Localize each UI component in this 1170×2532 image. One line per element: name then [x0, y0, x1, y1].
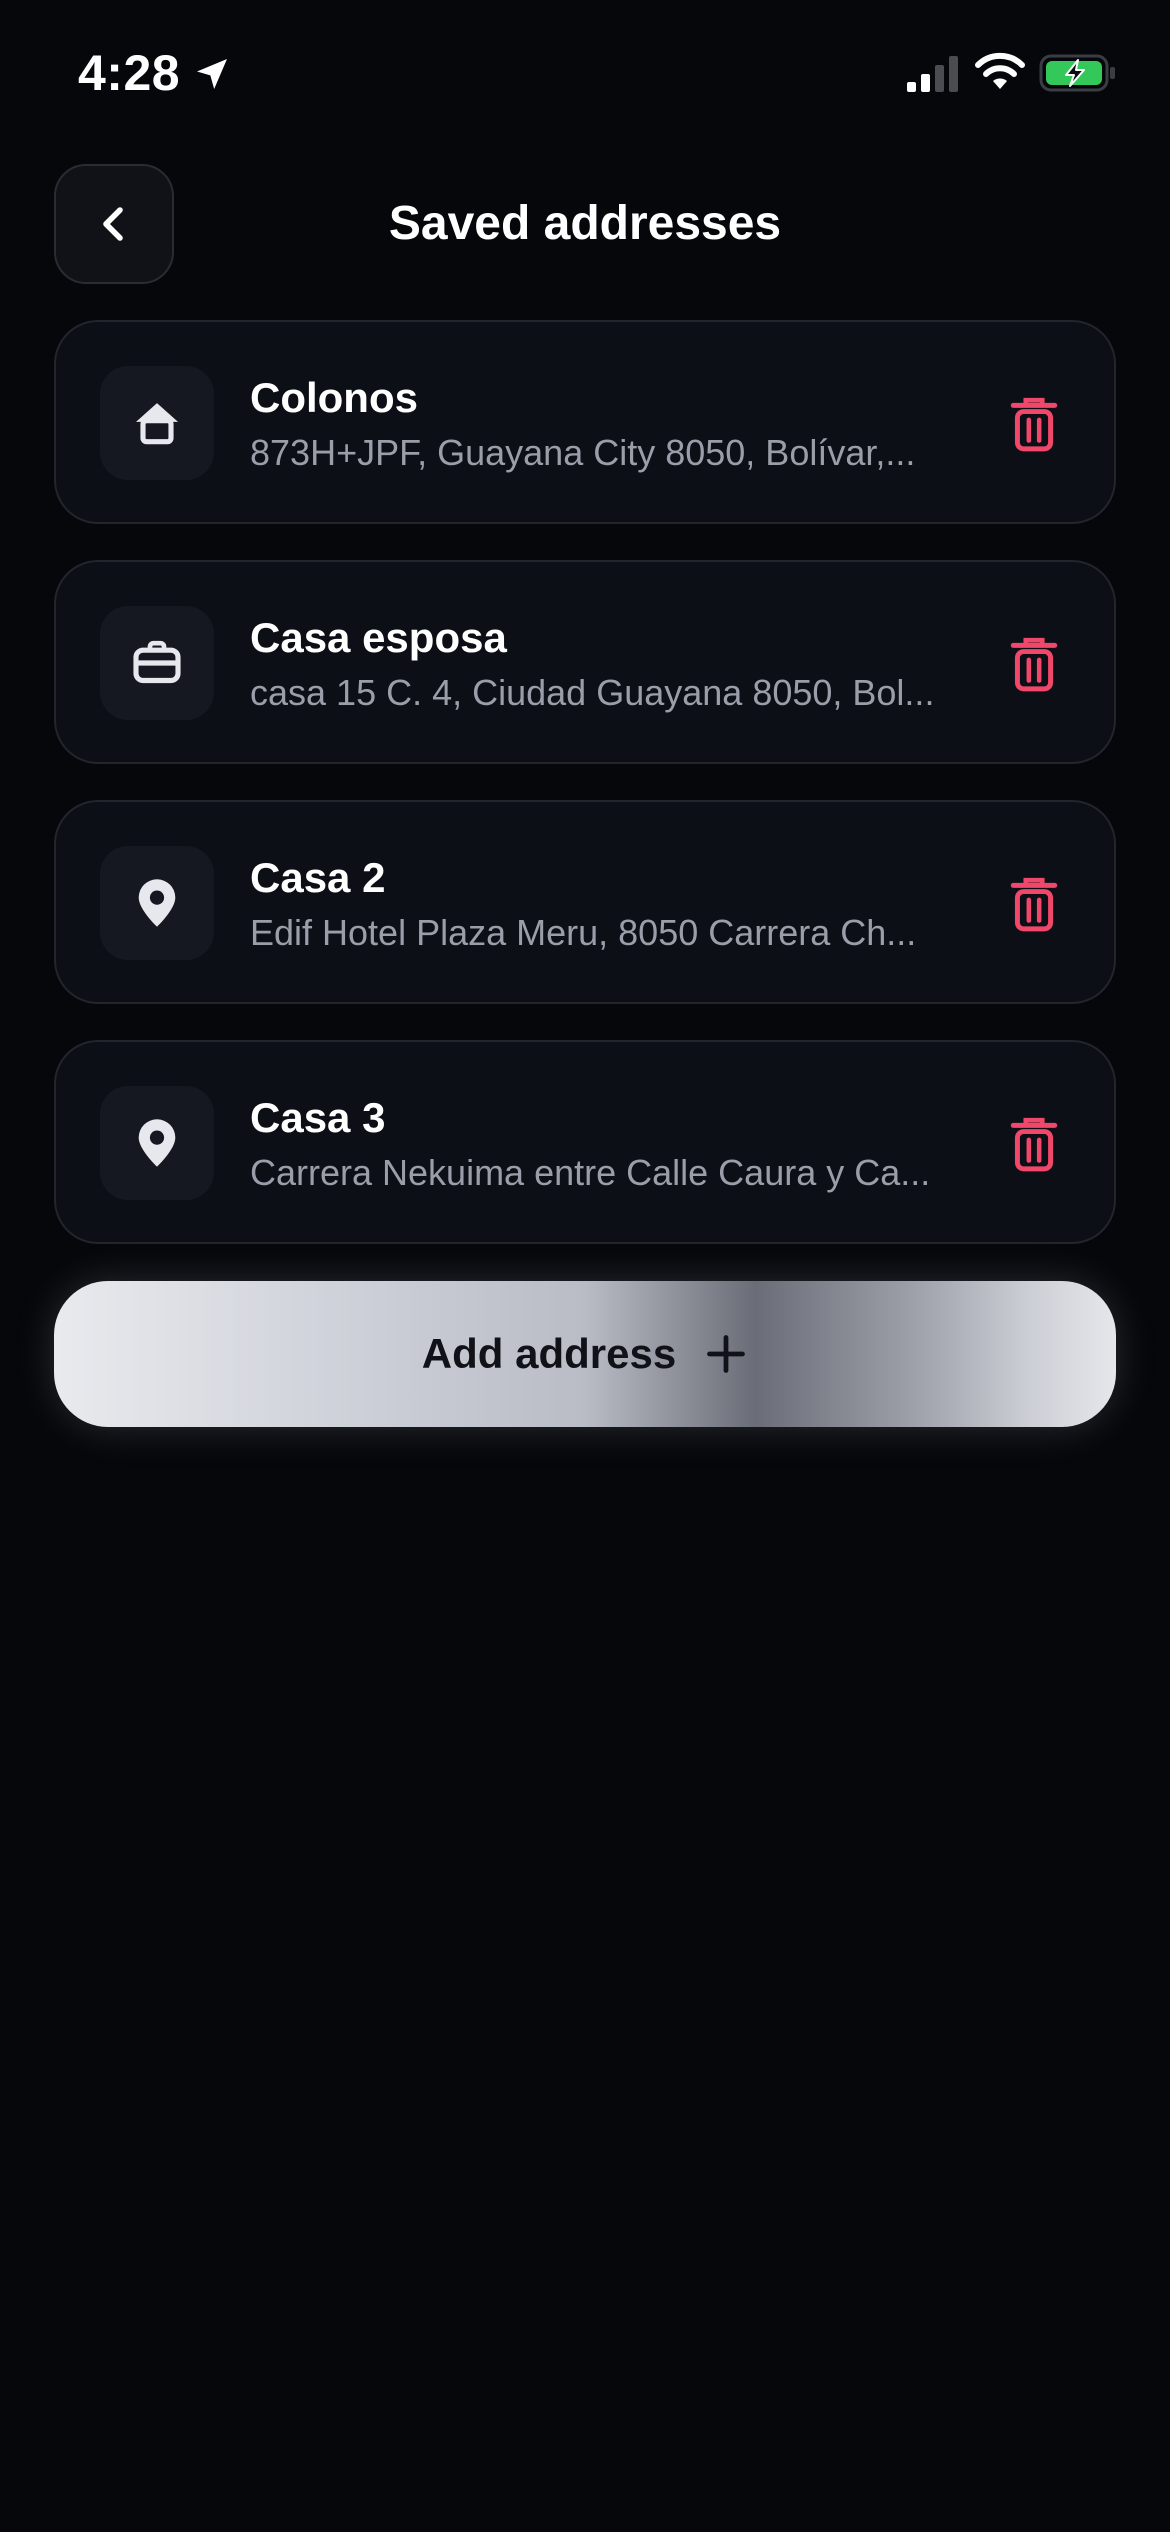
address-type-icon-box	[100, 606, 214, 720]
address-name: Colonos	[250, 374, 418, 421]
cellular-signal-icon	[907, 56, 958, 92]
address-type-icon-box	[100, 366, 214, 480]
briefcase-icon	[133, 640, 181, 684]
trash-icon	[1010, 877, 1058, 932]
address-detail: Carrera Nekuima entre Calle Caura y Ca..…	[250, 1152, 931, 1193]
address-card[interactable]: Casa 3 Carrera Nekuima entre Calle Caura…	[54, 1040, 1116, 1244]
screen: 4:28 Saved addresses Colonos 873H+JPF, G…	[0, 0, 1170, 2532]
battery-charging-icon	[1039, 54, 1115, 92]
delete-address-button[interactable]	[994, 1104, 1074, 1184]
status-time: 4:28	[78, 45, 181, 101]
address-card[interactable]: Colonos 873H+JPF, Guayana City 8050, Bol…	[54, 320, 1116, 524]
add-address-button[interactable]: Add address	[54, 1281, 1116, 1427]
address-detail: 873H+JPF, Guayana City 8050, Bolívar,...	[250, 432, 916, 473]
delete-address-button[interactable]	[994, 864, 1074, 944]
location-pin-icon	[138, 879, 176, 927]
page-title: Saved addresses	[388, 197, 782, 250]
trash-icon	[1010, 637, 1058, 692]
address-detail: casa 15 C. 4, Ciudad Guayana 8050, Bol..…	[250, 672, 935, 713]
location-arrow-icon	[197, 59, 227, 89]
address-detail: Edif Hotel Plaza Meru, 8050 Carrera Ch..…	[250, 912, 917, 953]
address-card[interactable]: Casa esposa casa 15 C. 4, Ciudad Guayana…	[54, 560, 1116, 764]
address-name: Casa 2	[250, 854, 386, 901]
home-icon	[136, 403, 178, 445]
trash-icon	[1010, 1117, 1058, 1172]
trash-icon	[1010, 397, 1058, 452]
address-type-icon-box	[100, 846, 214, 960]
location-pin-icon	[138, 1119, 176, 1167]
address-name: Casa esposa	[250, 614, 507, 661]
address-name: Casa 3	[250, 1094, 386, 1141]
address-card[interactable]: Casa 2 Edif Hotel Plaza Meru, 8050 Carre…	[54, 800, 1116, 1004]
wifi-icon	[975, 52, 1025, 89]
address-type-icon-box	[100, 1086, 214, 1200]
add-address-label: Add address	[421, 1330, 677, 1377]
status-bar: 4:28	[0, 0, 1170, 150]
plus-icon	[707, 1335, 746, 1373]
address-list: Colonos 873H+JPF, Guayana City 8050, Bol…	[54, 320, 1116, 1280]
delete-address-button[interactable]	[994, 624, 1074, 704]
delete-address-button[interactable]	[994, 384, 1074, 464]
